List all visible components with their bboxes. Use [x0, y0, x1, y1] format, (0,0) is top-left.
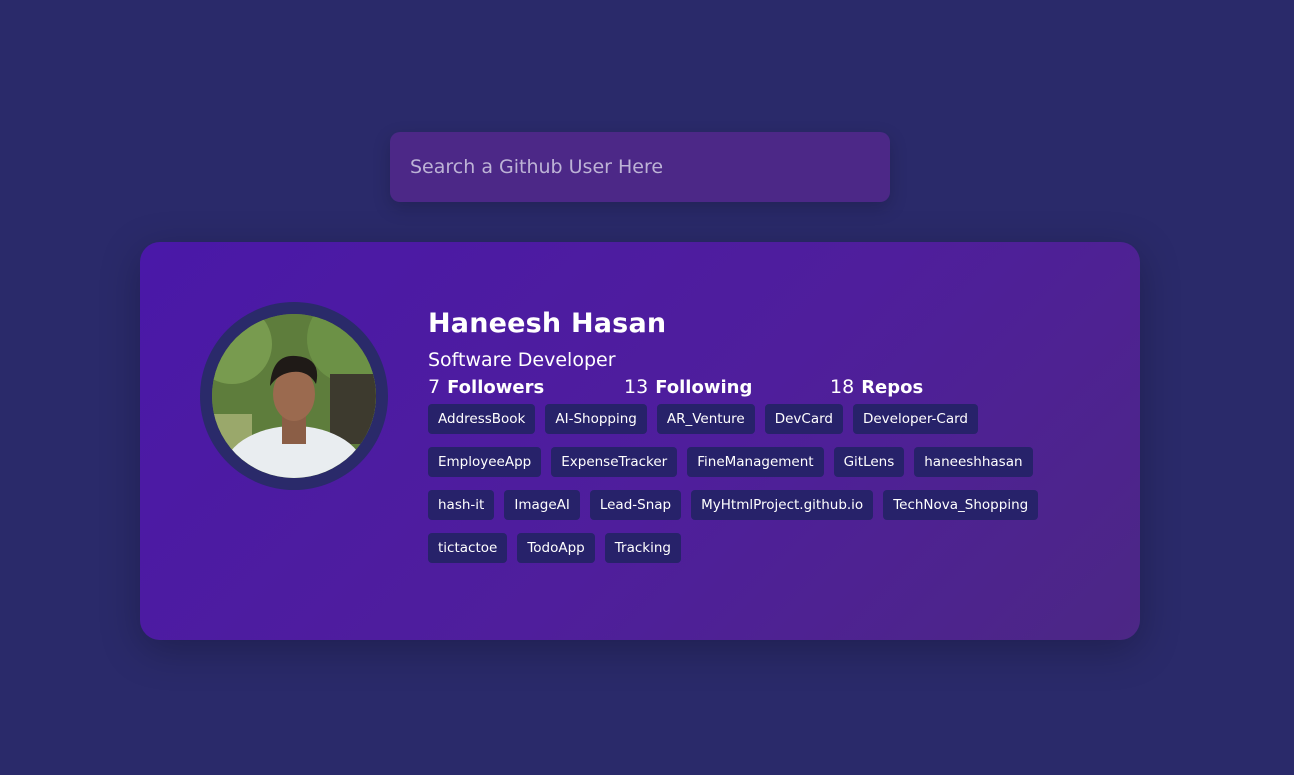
repos-count: 18: [830, 376, 855, 398]
repo-link[interactable]: TodoApp: [517, 533, 595, 563]
repo-link[interactable]: MyHtmlProject.github.io: [691, 490, 874, 520]
repo-link[interactable]: AR_Venture: [656, 404, 755, 434]
following-label: Following: [655, 377, 753, 398]
search-bar: [390, 132, 890, 202]
user-card: Haneesh Hasan Software Developer 7 Follo…: [140, 242, 1140, 640]
user-info: Haneesh Hasan Software Developer 7 Follo…: [428, 302, 1108, 576]
repo-link[interactable]: ImageAI: [504, 490, 580, 520]
followers-count: 7: [428, 376, 441, 398]
repo-list: AddressBook AI-Shopping AR_Venture DevCa…: [428, 404, 1088, 576]
stat-following: 13 Following: [624, 376, 830, 398]
repo-link[interactable]: FineManagement: [687, 447, 824, 477]
repo-link[interactable]: Tracking: [604, 533, 681, 563]
repo-link[interactable]: AddressBook: [428, 404, 536, 434]
repos-label: Repos: [861, 377, 924, 398]
avatar: [212, 314, 376, 478]
repo-link[interactable]: haneeshhasan: [914, 447, 1033, 477]
repo-link[interactable]: TechNova_Shopping: [883, 490, 1039, 520]
repo-link[interactable]: GitLens: [833, 447, 905, 477]
followers-label: Followers: [447, 377, 545, 398]
repo-link[interactable]: AI-Shopping: [545, 404, 647, 434]
user-name: Haneesh Hasan: [428, 308, 667, 339]
repo-link[interactable]: ExpenseTracker: [551, 447, 678, 477]
repo-link[interactable]: Lead-Snap: [589, 490, 682, 520]
search-input[interactable]: [390, 132, 890, 202]
user-bio: Software Developer: [428, 349, 616, 371]
repo-link[interactable]: Developer-Card: [852, 404, 979, 434]
repo-link[interactable]: EmployeeApp: [428, 447, 542, 477]
repo-link[interactable]: DevCard: [764, 404, 843, 434]
stat-followers: 7 Followers: [428, 376, 624, 398]
following-count: 13: [624, 376, 649, 398]
stat-repos: 18 Repos: [830, 376, 923, 398]
repo-link[interactable]: hash-it: [428, 490, 495, 520]
user-photo-icon: [212, 314, 376, 478]
user-stats: 7 Followers 13 Following 18 Repos: [428, 374, 1108, 400]
repo-link[interactable]: tictactoe: [428, 533, 508, 563]
avatar-ring: [200, 302, 388, 490]
